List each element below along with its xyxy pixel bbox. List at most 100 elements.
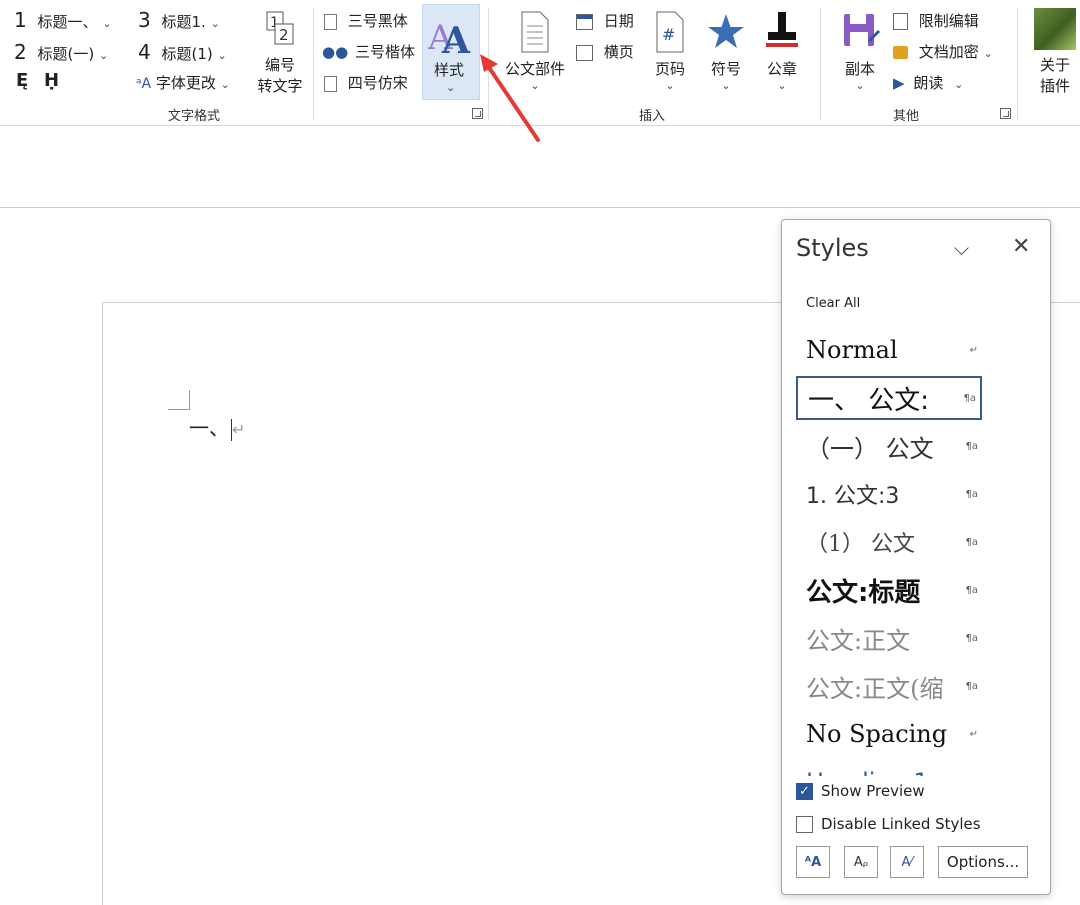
about-plugin-button[interactable]: 关于 插件 bbox=[1032, 8, 1078, 96]
font-fangsong-button[interactable]: 四号仿宋 bbox=[324, 72, 408, 93]
checkbox-checked-icon: ✓ bbox=[796, 782, 813, 800]
document-icon bbox=[324, 75, 337, 92]
style-item-label: 公文:正文 bbox=[806, 626, 911, 655]
page-number-icon: # bbox=[656, 11, 684, 53]
close-icon[interactable]: ✕ bbox=[1012, 234, 1030, 259]
speaker-icon: ▶ bbox=[893, 74, 905, 92]
new-style-button[interactable]: ᴬA bbox=[796, 846, 830, 878]
landscape-label: 横页 bbox=[603, 43, 634, 61]
styles-pane: Styles ⌵ ✕ Clear All Normal ↵ 一、 公文: ¶a … bbox=[781, 219, 1051, 895]
style-item-heading-2[interactable]: （一） 公文 ¶a bbox=[796, 424, 982, 468]
linked-style-icon: ¶a bbox=[965, 440, 979, 452]
encrypt-label: 文档加密 bbox=[918, 43, 979, 61]
disable-linked-checkbox[interactable]: Disable Linked Styles bbox=[796, 815, 981, 833]
heading2-button[interactable]: 2 标题(一) ⌄ bbox=[14, 40, 108, 64]
font-change-button[interactable]: ᵃA 字体更改 ⌄ bbox=[136, 72, 230, 93]
style-item-no-spacing[interactable]: No Spacing ↵ bbox=[796, 712, 982, 756]
chevron-down-icon: ⌄ bbox=[217, 49, 227, 62]
read-aloud-button[interactable]: ▶ 朗读 ⌄ bbox=[893, 72, 963, 93]
svg-text:A: A bbox=[441, 20, 471, 57]
show-preview-checkbox[interactable]: ✓ Show Preview bbox=[796, 782, 925, 800]
copy-button[interactable]: 副本 ⌄ bbox=[836, 10, 884, 92]
linked-style-icon: ¶a bbox=[965, 584, 979, 596]
text-format-launcher-icon[interactable] bbox=[472, 108, 483, 119]
seal-label: 公章 bbox=[766, 60, 797, 78]
clear-all-item[interactable]: Clear All bbox=[806, 296, 860, 311]
chevron-down-icon: ⌄ bbox=[983, 47, 993, 60]
other-launcher-icon[interactable] bbox=[1000, 108, 1011, 119]
chevron-down-icon: ⌄ bbox=[721, 79, 731, 92]
styles-icon: A A bbox=[427, 18, 471, 57]
style-inspector-icon: Aᵨ bbox=[853, 854, 869, 870]
symbol-button[interactable]: 符号 ⌄ bbox=[704, 10, 748, 92]
new-style-icon: ᴬA bbox=[804, 854, 822, 870]
heading2-label: 标题(一) bbox=[37, 45, 95, 63]
svg-text:2: 2 bbox=[279, 26, 289, 44]
encrypt-button[interactable]: 文档加密 ⌄ bbox=[893, 41, 993, 62]
style-inspector-button[interactable]: Aᵨ bbox=[844, 846, 878, 878]
seal-button[interactable]: 公章 ⌄ bbox=[760, 10, 804, 92]
numbering-to-text-button[interactable]: 1 2 编号 转文字 bbox=[254, 10, 306, 96]
font-heiti-button[interactable]: 三号黑体 bbox=[324, 10, 408, 31]
manage-styles-icon: A⁄ bbox=[901, 854, 913, 870]
date-label: 日期 bbox=[603, 12, 634, 30]
document-body-text[interactable]: 一、 ↵ bbox=[189, 412, 245, 441]
style-item-body-indent[interactable]: 公文:正文(缩 ¶a bbox=[796, 664, 982, 708]
options-button[interactable]: Options... bbox=[938, 846, 1028, 878]
landscape-page-icon bbox=[576, 44, 593, 61]
page-number-button[interactable]: # 页码 ⌄ bbox=[648, 10, 692, 92]
style-list: Normal ↵ 一、 公文: ¶a （一） 公文 ¶a 1. 公文:3 ¶a … bbox=[796, 328, 982, 776]
paragraph-mark-icon: ↵ bbox=[969, 344, 978, 356]
date-button[interactable]: 日期 bbox=[576, 10, 634, 31]
heading1-button[interactable]: 1 标题一、 ⌄ bbox=[14, 8, 112, 32]
landscape-button[interactable]: 横页 bbox=[576, 41, 634, 62]
style-item-title[interactable]: 公文:标题 ¶a bbox=[796, 568, 982, 612]
styles-button[interactable]: A A 样式 ⌄ bbox=[422, 4, 480, 100]
font-kaiti-label: 三号楷体 bbox=[354, 43, 415, 61]
style-item-normal[interactable]: Normal ↵ bbox=[796, 328, 982, 372]
chevron-down-icon[interactable]: ⌵ bbox=[954, 236, 969, 260]
chevron-down-icon: ⌄ bbox=[665, 79, 675, 92]
style-item-label: 公文:标题 bbox=[806, 577, 921, 608]
checkbox-unchecked-icon bbox=[796, 815, 813, 833]
about-label-2: 插件 bbox=[1039, 77, 1070, 95]
people-icon: ●● bbox=[322, 43, 349, 61]
font-kaiti-button[interactable]: ●● 三号楷体 bbox=[322, 41, 415, 62]
style-item-label: 公文:正文(缩 bbox=[806, 674, 944, 703]
numbering-icon: 1 2 bbox=[266, 11, 294, 45]
numbering-label-1: 编号 bbox=[264, 56, 295, 74]
margin-corner-mark bbox=[168, 390, 190, 410]
plugin-avatar-icon bbox=[1034, 8, 1076, 50]
styles-pane-title: Styles bbox=[796, 234, 869, 262]
manage-styles-button[interactable]: A⁄ bbox=[890, 846, 924, 878]
heading4-button[interactable]: 4 标题(1) ⌄ bbox=[138, 40, 227, 64]
chevron-down-icon: ⌄ bbox=[210, 17, 220, 30]
style-item-heading-1[interactable]: 一、 公文: ¶a bbox=[796, 376, 982, 420]
copy-label: 副本 bbox=[844, 60, 875, 78]
style-item-heading1-en[interactable]: Heading 1 bbox=[796, 760, 982, 776]
heading3-number: 3 bbox=[138, 8, 151, 32]
other-group-label: 其他 bbox=[893, 109, 920, 124]
style-item-label: 1. 公文:3 bbox=[806, 484, 900, 509]
heading-h-icon[interactable]: Ḥ bbox=[44, 70, 59, 91]
ribbon: 1 标题一、 ⌄ 2 标题(一) ⌄ Ę Ḥ 3 标题1. ⌄ 4 标题(1) … bbox=[0, 0, 1080, 126]
document-icon bbox=[324, 13, 337, 30]
heading4-label: 标题(1) bbox=[161, 45, 213, 63]
heading-e-icon[interactable]: Ę bbox=[16, 70, 28, 91]
restrict-edit-button[interactable]: 限制编辑 bbox=[893, 10, 979, 31]
style-item-heading-3[interactable]: 1. 公文:3 ¶a bbox=[796, 472, 982, 516]
heading1-label: 标题一、 bbox=[37, 13, 98, 31]
style-item-heading-4[interactable]: （1） 公文 ¶a bbox=[796, 520, 982, 564]
symbol-label: 符号 bbox=[710, 60, 741, 78]
linked-style-icon: ¶a bbox=[963, 392, 977, 404]
document-text: 一、 bbox=[189, 416, 229, 440]
heading3-button[interactable]: 3 标题1. ⌄ bbox=[138, 8, 220, 32]
doc-parts-button[interactable]: 公文部件 ⌄ bbox=[500, 10, 570, 92]
style-item-label: 一、 公文: bbox=[808, 385, 930, 416]
style-item-body[interactable]: 公文:正文 ¶a bbox=[796, 616, 982, 660]
text-format-group-label: 文字格式 bbox=[168, 109, 221, 124]
font-change-label: 字体更改 bbox=[155, 74, 216, 92]
chevron-down-icon: ⌄ bbox=[220, 78, 230, 91]
lock-icon bbox=[893, 46, 908, 59]
calendar-icon bbox=[576, 13, 593, 30]
